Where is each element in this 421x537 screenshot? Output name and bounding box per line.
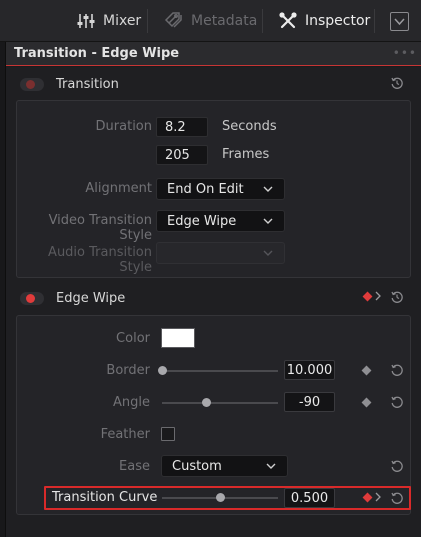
border-value-field[interactable]: 10.000 xyxy=(284,360,335,380)
edge-wipe-section-header[interactable]: Edge Wipe xyxy=(14,283,414,313)
ease-label: Ease xyxy=(119,459,150,474)
mixer-label: Mixer xyxy=(103,13,142,29)
feather-checkbox[interactable] xyxy=(161,427,175,441)
panel-title-bar: Transition - Edge Wipe ••• xyxy=(6,42,421,66)
reset-icon[interactable] xyxy=(390,491,404,505)
transition-section-label: Transition xyxy=(56,76,119,92)
color-label: Color xyxy=(116,331,150,346)
toolbar-divider xyxy=(262,9,263,33)
transition-curve-value-field[interactable]: 0.500 xyxy=(284,488,335,508)
alignment-label: Alignment xyxy=(85,181,152,196)
transition-settings-box: Duration 8.2 Seconds 205 Frames Alignmen… xyxy=(16,100,411,278)
tags-icon xyxy=(164,11,184,31)
edge-wipe-toggle[interactable] xyxy=(20,291,44,305)
mixer-tab[interactable]: Mixer xyxy=(76,0,141,42)
metadata-tab[interactable]: Metadata xyxy=(164,0,257,42)
top-toolbar: Mixer Metadata Inspector xyxy=(0,0,421,42)
chevron-down-icon xyxy=(263,218,273,224)
chevron-down-icon xyxy=(263,250,273,256)
transition-curve-label: Transition Curve xyxy=(52,490,158,505)
reset-icon[interactable] xyxy=(390,459,404,473)
chevron-down-icon xyxy=(266,463,276,469)
edge-wipe-section-label: Edge Wipe xyxy=(56,290,126,306)
tools-icon xyxy=(278,11,298,31)
transition-toggle[interactable] xyxy=(20,77,44,91)
frames-unit: Frames xyxy=(222,147,270,162)
angle-value-field[interactable]: -90 xyxy=(284,392,335,412)
chevron-right-icon[interactable] xyxy=(374,291,382,301)
border-slider-track[interactable] xyxy=(162,370,278,372)
alignment-value: End On Edit xyxy=(167,181,244,197)
seconds-unit: Seconds xyxy=(222,119,277,134)
sliders-icon xyxy=(76,11,96,31)
video-transition-style-value: Edge Wipe xyxy=(167,213,237,229)
alignment-select[interactable]: End On Edit xyxy=(156,178,285,200)
panel-title: Transition - Edge Wipe xyxy=(14,46,180,61)
ease-select[interactable]: Custom xyxy=(161,455,288,477)
feather-label: Feather xyxy=(100,427,150,442)
video-transition-style-select[interactable]: Edge Wipe xyxy=(156,210,285,232)
reset-icon[interactable] xyxy=(390,290,404,304)
toggle-dot xyxy=(26,293,35,303)
color-swatch[interactable] xyxy=(161,328,195,348)
toolbar-divider xyxy=(374,9,375,33)
angle-label: Angle xyxy=(113,395,150,410)
inspector-tab[interactable]: Inspector xyxy=(278,0,370,42)
chevron-down-icon xyxy=(263,186,273,192)
toolbar-divider xyxy=(147,9,148,33)
inspector-label: Inspector xyxy=(305,13,371,29)
audio-transition-style-label: Audio Transition Style xyxy=(48,245,152,275)
reset-icon[interactable] xyxy=(390,76,404,90)
border-label: Border xyxy=(106,363,150,378)
ease-value: Custom xyxy=(172,458,222,474)
border-slider-knob[interactable] xyxy=(158,366,167,375)
duration-seconds-field[interactable]: 8.2 xyxy=(156,117,208,137)
duration-frames-field[interactable]: 205 xyxy=(156,145,208,165)
chevron-down-icon xyxy=(394,18,405,26)
toggle-dot xyxy=(26,79,35,89)
duration-label: Duration xyxy=(95,119,152,134)
angle-slider-track[interactable] xyxy=(162,402,278,404)
panel-menu-button[interactable]: ••• xyxy=(393,46,417,60)
chevron-right-icon[interactable] xyxy=(374,492,382,502)
metadata-label: Metadata xyxy=(191,13,258,29)
angle-slider-knob[interactable] xyxy=(202,398,212,407)
panel-options-button[interactable] xyxy=(390,12,409,31)
reset-icon[interactable] xyxy=(390,395,404,409)
video-transition-style-label: Video Transition Style xyxy=(48,213,152,243)
audio-transition-style-select xyxy=(156,242,285,264)
transition-section-header[interactable]: Transition xyxy=(14,69,414,99)
reset-icon[interactable] xyxy=(390,363,404,377)
transition-curve-slider-knob[interactable] xyxy=(216,493,225,502)
